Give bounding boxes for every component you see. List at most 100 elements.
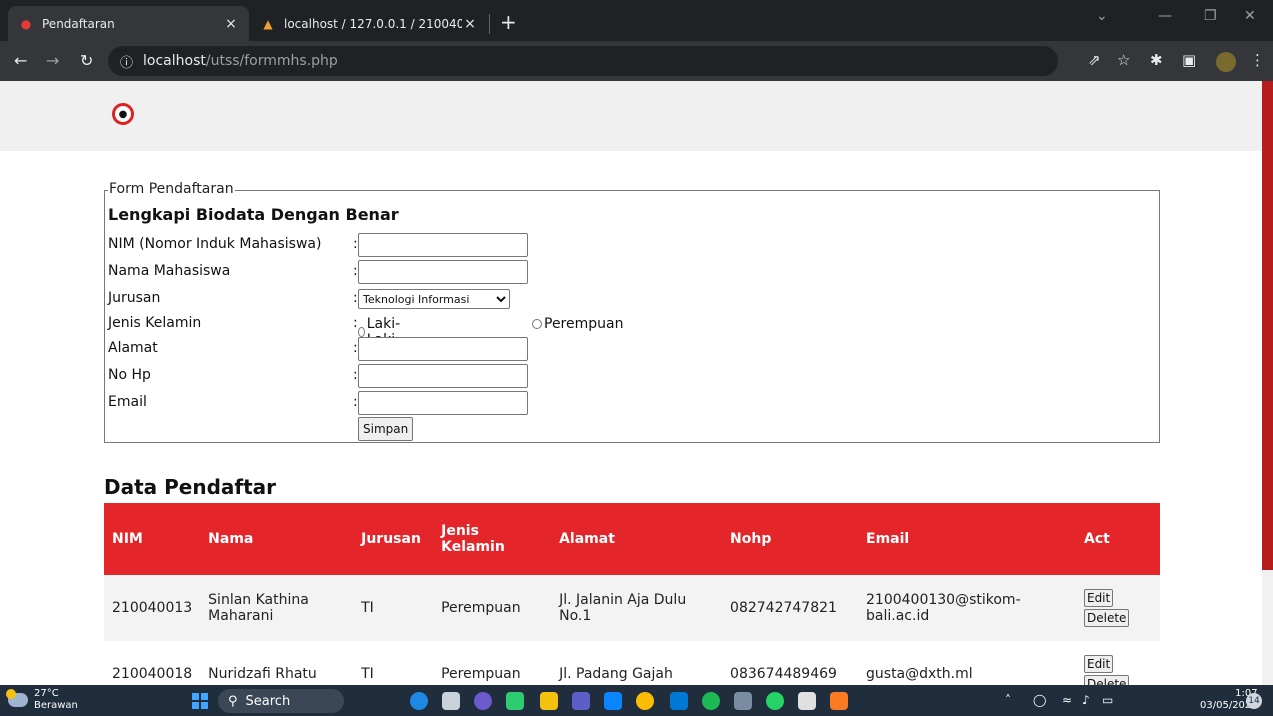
email-label: Email — [108, 394, 147, 410]
cell-nim: 210040013 — [104, 575, 201, 641]
delete-button[interactable]: Delete — [1083, 609, 1130, 627]
weather-icon — [6, 689, 28, 707]
nim-input[interactable] — [358, 233, 528, 257]
table-header-row: NIM Nama Jurusan Jenis Kelamin Alamat No… — [104, 503, 1160, 575]
column-header: Nama — [200, 503, 354, 575]
radio-perempuan[interactable]: Perempuan — [532, 316, 623, 332]
task-view-icon[interactable] — [442, 692, 460, 710]
line-icon[interactable] — [506, 692, 524, 710]
nim-label: NIM (Nomor Induk Mahasiswa) — [108, 236, 322, 252]
browser-toolbar: ← → ↻ ⓘ localhost /utss/formmhs.php ⇗ ☆ … — [0, 41, 1273, 81]
url-host: localhost — [143, 53, 206, 69]
menu-icon[interactable]: ⋮ — [1250, 51, 1265, 69]
tab-separator — [489, 14, 490, 34]
profile-avatar[interactable] — [1216, 52, 1236, 72]
address-bar[interactable]: ⓘ localhost /utss/formmhs.php — [108, 46, 1058, 76]
colon: : — [353, 263, 358, 279]
microphone-icon[interactable]: ◯ — [1033, 693, 1046, 707]
taskbar-search[interactable]: ⚲ Search — [218, 689, 344, 713]
page-content: ● Form Pendaftaran Lengkapi Biodata Deng… — [0, 81, 1262, 685]
simpan-button[interactable]: Simpan — [358, 417, 414, 441]
tab-pendaftaran[interactable]: ● Pendaftaran × — [8, 6, 249, 41]
restore-icon[interactable]: ❐ — [1204, 8, 1217, 24]
minimize-icon[interactable]: — — [1158, 8, 1172, 24]
radio-circle[interactable] — [358, 327, 365, 337]
cell-nama: Sinlan Kathina Maharani — [200, 575, 354, 641]
browser-tab-bar: ● Pendaftaran × ▲ localhost / 127.0.0.1 … — [0, 0, 1273, 41]
cell-nohp: 082742747821 — [722, 575, 859, 641]
volume-icon[interactable]: ♪ — [1082, 693, 1090, 707]
taskbar: 27°C Berawan ⚲ Search ˄ ◯ ≈ ♪ ▭ 1:07 03/… — [0, 685, 1273, 716]
bookmark-star-icon[interactable]: ☆ — [1117, 51, 1130, 69]
close-icon[interactable]: × — [462, 16, 478, 32]
edit-button[interactable]: Edit — [1083, 655, 1114, 673]
reload-icon[interactable]: ↻ — [80, 51, 93, 70]
cell-email: gusta@dxth.ml — [858, 641, 1076, 685]
info-icon[interactable]: ⓘ — [120, 52, 133, 71]
colon: : — [353, 236, 358, 252]
site-header: ● — [0, 81, 1262, 151]
extensions-icon[interactable]: ✱ — [1150, 51, 1163, 69]
chat-icon[interactable] — [474, 692, 492, 710]
tab-title: localhost / 127.0.0.1 / 21004001… — [284, 16, 462, 31]
cell-jenis-kelamin: Perempuan — [433, 575, 552, 641]
weather-widget[interactable]: 27°C Berawan — [6, 688, 78, 712]
data-heading: Data Pendaftar — [104, 475, 277, 499]
tab-search-icon[interactable]: ⌄ — [1096, 8, 1108, 24]
windows-start-icon[interactable] — [192, 693, 208, 709]
table-row: 210040018 Nuridzafi Rhatu TI Perempuan J… — [104, 641, 1160, 685]
form-legend: Form Pendaftaran — [108, 181, 235, 197]
alamat-input[interactable] — [358, 337, 528, 361]
scrollbar-thumb[interactable] — [1262, 570, 1273, 685]
jenis-kelamin-label: Jenis Kelamin — [108, 315, 202, 331]
cell-jurusan: TI — [353, 641, 434, 685]
php-icon: ● — [20, 16, 32, 31]
whatsapp-icon[interactable] — [766, 692, 784, 710]
column-header: Alamat — [551, 503, 723, 575]
teams-icon[interactable] — [572, 692, 590, 710]
url-path: /utss/formmhs.php — [205, 53, 338, 69]
email-input[interactable] — [358, 391, 528, 415]
chevron-up-icon[interactable]: ˄ — [1005, 693, 1011, 707]
chrome-icon[interactable] — [636, 692, 654, 710]
nama-input[interactable] — [358, 260, 528, 284]
cell-alamat: Jl. Padang Gajah — [551, 641, 723, 685]
jurusan-label: Jurusan — [108, 290, 161, 306]
close-icon[interactable]: × — [223, 16, 239, 32]
nohp-label: No Hp — [108, 367, 151, 383]
app-icon-3[interactable] — [798, 692, 816, 710]
nohp-input[interactable] — [358, 364, 528, 388]
delete-button[interactable]: Delete — [1083, 675, 1130, 685]
mail-icon[interactable] — [604, 692, 622, 710]
cell-jurusan: TI — [353, 575, 434, 641]
notification-badge[interactable]: 14 — [1246, 693, 1262, 709]
cell-act: Edit Delete — [1075, 641, 1160, 685]
app-icon-2[interactable] — [734, 692, 752, 710]
file-explorer-icon[interactable] — [540, 692, 558, 710]
app-icon[interactable] — [410, 692, 428, 710]
forward-icon[interactable]: → — [46, 51, 59, 70]
colon: : — [353, 340, 358, 356]
phpmyadmin-icon: ▲ — [263, 16, 273, 31]
tab-phpmyadmin[interactable]: ▲ localhost / 127.0.0.1 / 21004001… × — [250, 6, 488, 41]
column-header: Act — [1075, 503, 1160, 575]
colon: : — [353, 367, 358, 383]
data-table: NIM Nama Jurusan Jenis Kelamin Alamat No… — [104, 503, 1160, 685]
cell-email: 2100400130@stikom-bali.ac.id — [858, 575, 1076, 641]
spotify-icon[interactable] — [702, 692, 720, 710]
cell-alamat: Jl. Jalanin Aja Dulu No.1 — [551, 575, 723, 641]
share-icon[interactable]: ⇗ — [1088, 51, 1101, 69]
table-row: 210040013 Sinlan Kathina Maharani TI Per… — [104, 575, 1160, 641]
new-tab-icon[interactable]: + — [500, 12, 517, 32]
cell-nama: Nuridzafi Rhatu — [200, 641, 354, 685]
edit-button[interactable]: Edit — [1083, 589, 1114, 607]
xampp-icon[interactable] — [830, 692, 848, 710]
side-panel-icon[interactable]: ▣ — [1182, 51, 1196, 69]
back-icon[interactable]: ← — [14, 51, 27, 70]
wifi-icon[interactable]: ≈ — [1062, 693, 1072, 707]
jurusan-select[interactable]: Teknologi Informasi — [358, 289, 510, 309]
window-close-icon[interactable]: ✕ — [1244, 8, 1256, 24]
battery-icon[interactable]: ▭ — [1102, 693, 1113, 707]
radio-circle[interactable] — [532, 319, 542, 329]
vscode-icon[interactable] — [670, 692, 688, 710]
